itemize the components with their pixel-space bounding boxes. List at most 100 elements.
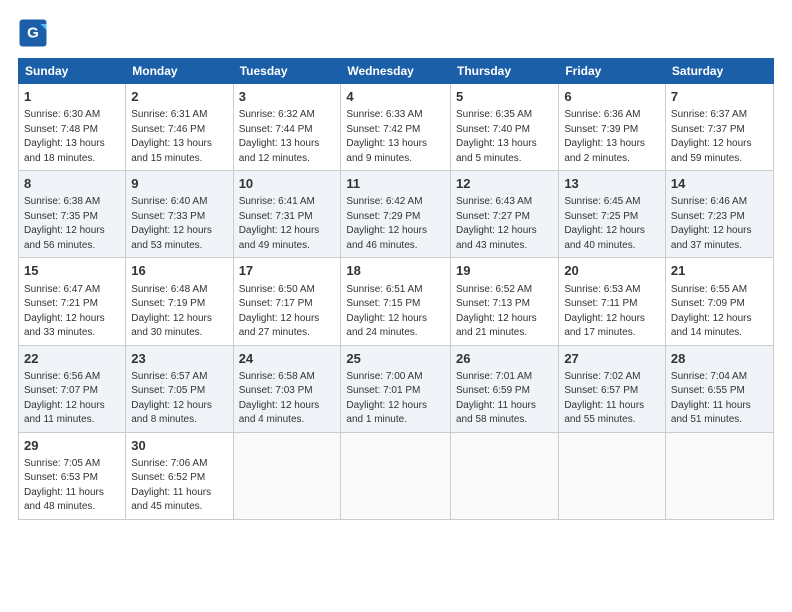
day-number: 21 (671, 262, 768, 280)
day-number: 18 (346, 262, 445, 280)
day-number: 10 (239, 175, 336, 193)
calendar-cell: 5 Sunrise: 6:35 AMSunset: 7:40 PMDaylight… (450, 84, 558, 171)
day-info: Sunrise: 6:37 AMSunset: 7:37 PMDaylight:… (671, 108, 768, 166)
column-header-wednesday: Wednesday (341, 59, 451, 84)
day-number: 12 (456, 175, 553, 193)
day-number: 13 (564, 175, 660, 193)
calendar-cell: 10Sunrise: 6:41 AMSunset: 7:31 PMDayligh… (233, 171, 341, 258)
calendar-cell: 27 Sunrise: 7:02 AMSunset: 6:57 PMDayligh… (559, 345, 666, 432)
calendar-cell: 17 Sunrise: 6:50 AMSunset: 7:17 PMDayligh… (233, 258, 341, 345)
calendar-cell: 11 Sunrise: 6:42 AMSunset: 7:29 PMDayligh… (341, 171, 451, 258)
day-number: 24 (239, 350, 336, 368)
header: G (18, 18, 774, 48)
calendar-cell: 1 Sunrise: 6:30 AMSunset: 7:48 PMDaylight… (19, 84, 126, 171)
logo-icon: G (18, 18, 48, 48)
day-number: 7 (671, 88, 768, 106)
day-info: Sunrise: 6:32 AMSunset: 7:44 PMDaylight:… (239, 108, 336, 166)
calendar-cell (233, 432, 341, 519)
day-info: Sunrise: 6:36 AMSunset: 7:39 PMDaylight:… (564, 108, 660, 166)
day-number: 30 (131, 437, 227, 455)
day-info: Sunrise: 7:06 AMSunset: 6:52 PMDaylight:… (131, 457, 227, 515)
day-number: 5 (456, 88, 553, 106)
day-info: Sunrise: 6:56 AMSunset: 7:07 PMDaylight:… (24, 370, 120, 428)
calendar-cell: 15 Sunrise: 6:47 AMSunset: 7:21 PMDayligh… (19, 258, 126, 345)
calendar-cell: 25 Sunrise: 7:00 AMSunset: 7:01 PMDayligh… (341, 345, 451, 432)
day-info: Sunrise: 6:35 AMSunset: 7:40 PMDaylight:… (456, 108, 553, 166)
day-info: Sunrise: 6:40 AMSunset: 7:33 PMDaylight:… (131, 195, 227, 253)
day-info: Sunrise: 6:43 AMSunset: 7:27 PMDaylight:… (456, 195, 553, 253)
calendar-cell: 24 Sunrise: 6:58 AMSunset: 7:03 PMDayligh… (233, 345, 341, 432)
column-header-monday: Monday (126, 59, 233, 84)
week-row-3: 15 Sunrise: 6:47 AMSunset: 7:21 PMDayligh… (19, 258, 774, 345)
day-number: 4 (346, 88, 445, 106)
calendar-cell (341, 432, 451, 519)
column-header-sunday: Sunday (19, 59, 126, 84)
calendar: SundayMondayTuesdayWednesdayThursdayFrid… (18, 58, 774, 520)
day-number: 23 (131, 350, 227, 368)
calendar-cell: 2 Sunrise: 6:31 AMSunset: 7:46 PMDaylight… (126, 84, 233, 171)
page: G SundayMondayTuesdayWednesdayThursdayFr… (0, 0, 792, 612)
day-info: Sunrise: 6:42 AMSunset: 7:29 PMDaylight:… (346, 195, 445, 253)
calendar-cell: 21 Sunrise: 6:55 AMSunset: 7:09 PMDayligh… (665, 258, 773, 345)
calendar-cell: 18Sunrise: 6:51 AMSunset: 7:15 PMDayligh… (341, 258, 451, 345)
week-row-2: 8 Sunrise: 6:38 AMSunset: 7:35 PMDaylight… (19, 171, 774, 258)
day-info: Sunrise: 6:46 AMSunset: 7:23 PMDaylight:… (671, 195, 768, 253)
day-number: 25 (346, 350, 445, 368)
day-info: Sunrise: 6:50 AMSunset: 7:17 PMDaylight:… (239, 283, 336, 341)
calendar-cell: 30 Sunrise: 7:06 AMSunset: 6:52 PMDayligh… (126, 432, 233, 519)
day-info: Sunrise: 6:31 AMSunset: 7:46 PMDaylight:… (131, 108, 227, 166)
day-number: 15 (24, 262, 120, 280)
day-number: 1 (24, 88, 120, 106)
calendar-cell: 8 Sunrise: 6:38 AMSunset: 7:35 PMDaylight… (19, 171, 126, 258)
day-info: Sunrise: 6:38 AMSunset: 7:35 PMDaylight:… (24, 195, 120, 253)
day-info: Sunrise: 6:52 AMSunset: 7:13 PMDaylight:… (456, 283, 553, 341)
week-row-1: 1 Sunrise: 6:30 AMSunset: 7:48 PMDaylight… (19, 84, 774, 171)
day-info: Sunrise: 6:30 AMSunset: 7:48 PMDaylight:… (24, 108, 120, 166)
day-number: 28 (671, 350, 768, 368)
calendar-cell (665, 432, 773, 519)
day-number: 14 (671, 175, 768, 193)
day-number: 3 (239, 88, 336, 106)
column-header-tuesday: Tuesday (233, 59, 341, 84)
calendar-cell: 23 Sunrise: 6:57 AMSunset: 7:05 PMDayligh… (126, 345, 233, 432)
day-info: Sunrise: 7:02 AMSunset: 6:57 PMDaylight:… (564, 370, 660, 428)
calendar-cell (450, 432, 558, 519)
day-number: 19 (456, 262, 553, 280)
day-number: 8 (24, 175, 120, 193)
calendar-cell: 29 Sunrise: 7:05 AMSunset: 6:53 PMDayligh… (19, 432, 126, 519)
calendar-cell: 28 Sunrise: 7:04 AMSunset: 6:55 PMDayligh… (665, 345, 773, 432)
day-info: Sunrise: 7:00 AMSunset: 7:01 PMDaylight:… (346, 370, 445, 428)
logo: G (18, 18, 52, 48)
day-number: 29 (24, 437, 120, 455)
day-info: Sunrise: 6:33 AMSunset: 7:42 PMDaylight:… (346, 108, 445, 166)
day-number: 17 (239, 262, 336, 280)
day-info: Sunrise: 6:45 AMSunset: 7:25 PMDaylight:… (564, 195, 660, 253)
day-number: 11 (346, 175, 445, 193)
day-number: 9 (131, 175, 227, 193)
calendar-cell: 14 Sunrise: 6:46 AMSunset: 7:23 PMDayligh… (665, 171, 773, 258)
svg-text:G: G (27, 25, 39, 42)
calendar-cell: 26Sunrise: 7:01 AMSunset: 6:59 PMDayligh… (450, 345, 558, 432)
day-info: Sunrise: 6:57 AMSunset: 7:05 PMDaylight:… (131, 370, 227, 428)
calendar-cell (559, 432, 666, 519)
day-info: Sunrise: 6:55 AMSunset: 7:09 PMDaylight:… (671, 283, 768, 341)
day-number: 27 (564, 350, 660, 368)
day-info: Sunrise: 6:47 AMSunset: 7:21 PMDaylight:… (24, 283, 120, 341)
day-info: Sunrise: 7:04 AMSunset: 6:55 PMDaylight:… (671, 370, 768, 428)
column-header-friday: Friday (559, 59, 666, 84)
calendar-cell: 19 Sunrise: 6:52 AMSunset: 7:13 PMDayligh… (450, 258, 558, 345)
day-number: 16 (131, 262, 227, 280)
day-info: Sunrise: 6:48 AMSunset: 7:19 PMDaylight:… (131, 283, 227, 341)
calendar-cell: 22Sunrise: 6:56 AMSunset: 7:07 PMDayligh… (19, 345, 126, 432)
calendar-cell: 4 Sunrise: 6:33 AMSunset: 7:42 PMDaylight… (341, 84, 451, 171)
day-info: Sunrise: 7:05 AMSunset: 6:53 PMDaylight:… (24, 457, 120, 515)
calendar-cell: 12 Sunrise: 6:43 AMSunset: 7:27 PMDayligh… (450, 171, 558, 258)
column-header-thursday: Thursday (450, 59, 558, 84)
day-info: Sunrise: 6:58 AMSunset: 7:03 PMDaylight:… (239, 370, 336, 428)
day-info: Sunrise: 7:01 AMSunset: 6:59 PMDaylight:… (456, 370, 553, 428)
calendar-cell: 7 Sunrise: 6:37 AMSunset: 7:37 PMDaylight… (665, 84, 773, 171)
week-row-5: 29 Sunrise: 7:05 AMSunset: 6:53 PMDayligh… (19, 432, 774, 519)
day-number: 2 (131, 88, 227, 106)
calendar-cell: 16 Sunrise: 6:48 AMSunset: 7:19 PMDayligh… (126, 258, 233, 345)
day-number: 20 (564, 262, 660, 280)
